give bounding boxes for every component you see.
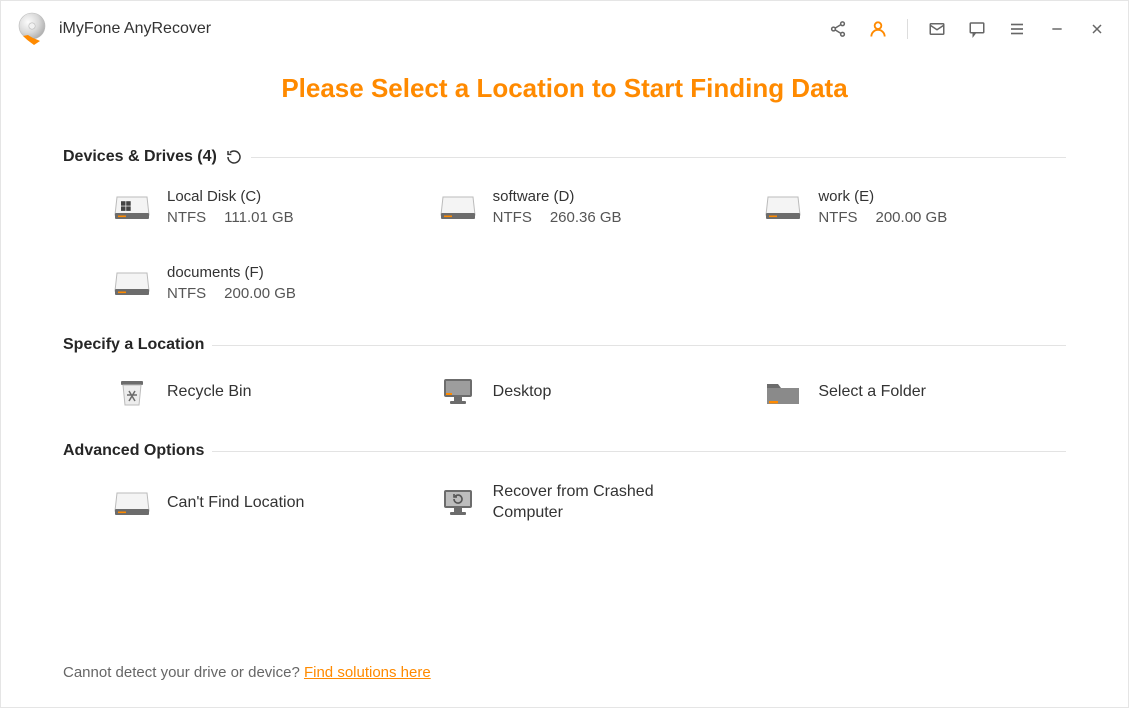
location-select-folder[interactable]: Select a Folder — [764, 376, 1066, 408]
drive-fs: NTFS — [167, 209, 206, 226]
titlebar-separator — [907, 19, 908, 39]
drive-size: 200.00 GB — [876, 209, 948, 226]
footer: Cannot detect your drive or device? Find… — [63, 664, 431, 681]
footer-text: Cannot detect your drive or device? — [63, 664, 304, 681]
section-rule — [212, 451, 1066, 452]
titlebar: iMyFone AnyRecover — [1, 1, 1128, 57]
share-icon[interactable] — [827, 18, 849, 40]
location-label: Recycle Bin — [167, 383, 251, 401]
location-label: Select a Folder — [818, 383, 926, 401]
drive-icon — [439, 191, 477, 223]
close-button[interactable] — [1086, 18, 1108, 40]
section-advanced-title: Advanced Options — [63, 442, 204, 460]
location-desktop[interactable]: Desktop — [439, 376, 741, 408]
advanced-crashed-computer[interactable]: Recover from Crashed Computer — [439, 482, 741, 524]
drive-software-d[interactable]: software (D) NTFS 260.36 GB — [439, 188, 741, 226]
system-drive-icon — [113, 191, 151, 223]
drive-fs: NTFS — [167, 285, 206, 302]
drive-icon — [113, 267, 151, 299]
location-label: Desktop — [493, 383, 552, 401]
drive-name: work (E) — [818, 188, 947, 205]
drive-size: 200.00 GB — [224, 285, 296, 302]
advanced-cant-find-location[interactable]: Can't Find Location — [113, 482, 415, 524]
drive-size: 111.01 GB — [224, 209, 294, 226]
feedback-icon[interactable] — [966, 18, 988, 40]
page-title: Please Select a Location to Start Findin… — [63, 73, 1066, 104]
drive-fs: NTFS — [818, 209, 857, 226]
section-specify-title: Specify a Location — [63, 336, 204, 354]
drive-icon — [113, 487, 151, 519]
drive-fs: NTFS — [493, 209, 532, 226]
minimize-button[interactable] — [1046, 18, 1068, 40]
recycle-bin-icon — [113, 376, 151, 408]
drive-name: documents (F) — [167, 264, 296, 281]
section-rule — [251, 157, 1066, 158]
main-content: Please Select a Location to Start Findin… — [1, 73, 1128, 524]
location-recycle-bin[interactable]: Recycle Bin — [113, 376, 415, 408]
refresh-button[interactable] — [225, 148, 243, 166]
drive-documents-f[interactable]: documents (F) NTFS 200.00 GB — [113, 264, 415, 302]
drive-name: software (D) — [493, 188, 622, 205]
section-rule — [212, 345, 1066, 346]
crashed-computer-icon — [439, 487, 477, 519]
drive-work-e[interactable]: work (E) NTFS 200.00 GB — [764, 188, 1066, 226]
app-logo — [15, 11, 51, 47]
folder-icon — [764, 376, 802, 408]
desktop-icon — [439, 376, 477, 408]
app-title: iMyFone AnyRecover — [59, 20, 211, 38]
drive-size: 260.36 GB — [550, 209, 622, 226]
account-icon[interactable] — [867, 18, 889, 40]
section-devices-title: Devices & Drives (4) — [63, 148, 217, 166]
section-specify: Specify a Location Recycle Bin — [63, 336, 1066, 408]
section-advanced: Advanced Options Can't Find Location — [63, 442, 1066, 524]
advanced-label: Recover from Crashed Computer — [493, 482, 663, 524]
section-devices: Devices & Drives (4) — [63, 148, 1066, 302]
drive-local-disk-c[interactable]: Local Disk (C) NTFS 111.01 GB — [113, 188, 415, 226]
advanced-label: Can't Find Location — [167, 494, 304, 512]
menu-icon[interactable] — [1006, 18, 1028, 40]
drive-icon — [764, 191, 802, 223]
mail-icon[interactable] — [926, 18, 948, 40]
drive-name: Local Disk (C) — [167, 188, 294, 205]
footer-link[interactable]: Find solutions here — [304, 664, 431, 681]
